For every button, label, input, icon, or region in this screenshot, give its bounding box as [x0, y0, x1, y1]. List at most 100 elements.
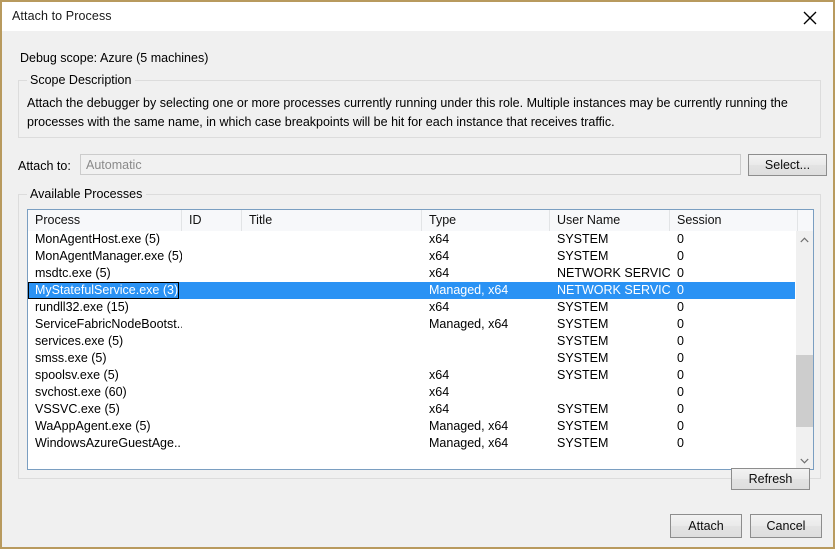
refresh-button[interactable]: Refresh	[731, 468, 810, 490]
cell-title	[242, 367, 422, 384]
table-row[interactable]: ServiceFabricNodeBootst... Managed, x64 SY…	[28, 316, 796, 333]
column-header-type[interactable]: Type	[422, 210, 550, 231]
cell-type: Managed, x64	[429, 317, 509, 331]
cell-type: x64	[429, 385, 450, 399]
cell-id	[182, 231, 242, 248]
cell-user: SYSTEM	[557, 419, 609, 433]
column-header-session[interactable]: Session	[670, 210, 798, 231]
cell-session: 0	[677, 368, 684, 382]
cell-user: SYSTEM	[557, 368, 609, 382]
cell-process: MonAgentHost.exe (5)	[35, 232, 161, 246]
process-list-header: Process ID Title Type User Name Session	[28, 210, 813, 232]
cell-type: Managed, x64	[429, 419, 509, 433]
cell-session: 0	[677, 300, 684, 314]
attach-to-input[interactable]	[80, 154, 741, 175]
table-row[interactable]: MonAgentManager.exe (5) x64 SYSTEM 0	[28, 248, 796, 265]
select-button[interactable]: Select...	[748, 154, 827, 176]
cell-type: x64	[429, 300, 450, 314]
cell-session: 0	[677, 283, 684, 297]
table-row[interactable]: WindowsAzureGuestAge... Managed, x64 SYSTE…	[28, 435, 796, 452]
table-row[interactable]: services.exe (5) SYSTEM 0	[28, 333, 796, 350]
table-row[interactable]: svchost.exe (60) x64 0	[28, 384, 796, 401]
cell-process: ServiceFabricNodeBootst...	[35, 317, 182, 331]
cell-type: x64	[429, 249, 450, 263]
scroll-down-button[interactable]	[796, 452, 813, 469]
cell-title	[242, 248, 422, 265]
cell-id	[182, 350, 242, 367]
title-bar: Attach to Process	[2, 2, 833, 32]
process-list: Process ID Title Type User Name Session MonAg…	[27, 209, 814, 470]
cell-title	[242, 265, 422, 282]
column-header-id[interactable]: ID	[182, 210, 242, 231]
scope-description-group: Scope Description Attach the debugger by…	[18, 73, 821, 138]
scrollbar-thumb[interactable]	[796, 355, 813, 427]
cell-session: 0	[677, 317, 684, 331]
close-button[interactable]	[788, 2, 833, 30]
cell-process: WindowsAzureGuestAge...	[35, 436, 182, 450]
process-list-scrollbar[interactable]	[795, 231, 813, 469]
table-row[interactable]: MyStatefulService.exe (3) Managed, x64 NET…	[28, 282, 796, 299]
cell-session: 0	[677, 249, 684, 263]
table-row[interactable]: rundll32.exe (15) x64 SYSTEM 0	[28, 299, 796, 316]
cell-user: SYSTEM	[557, 317, 609, 331]
window-title: Attach to Process	[12, 9, 112, 23]
cell-user: SYSTEM	[557, 300, 609, 314]
cell-type: x64	[429, 402, 450, 416]
column-header-process[interactable]: Process	[28, 210, 182, 231]
cell-id	[182, 265, 242, 282]
cell-session: 0	[677, 402, 684, 416]
column-header-user[interactable]: User Name	[550, 210, 670, 231]
table-row[interactable]: spoolsv.exe (5) x64 SYSTEM 0	[28, 367, 796, 384]
debug-scope-label: Debug scope:	[20, 51, 98, 65]
cell-title	[242, 299, 422, 316]
cell-session: 0	[677, 419, 684, 433]
cell-process: WaAppAgent.exe (5)	[35, 419, 151, 433]
scope-description-legend: Scope Description	[27, 73, 136, 87]
cell-process: MonAgentManager.exe (5)	[35, 249, 182, 263]
cell-type	[422, 333, 550, 350]
scroll-up-button[interactable]	[796, 231, 813, 248]
cell-title	[242, 418, 422, 435]
scope-description-line-2: processes with the same name, in which c…	[27, 115, 615, 129]
cell-user: SYSTEM	[557, 334, 609, 348]
table-row[interactable]: WaAppAgent.exe (5) Managed, x64 SYSTEM 0	[28, 418, 796, 435]
table-row[interactable]: VSSVC.exe (5) x64 SYSTEM 0	[28, 401, 796, 418]
table-row[interactable]: MonAgentHost.exe (5) x64 SYSTEM 0	[28, 231, 796, 248]
cell-user: SYSTEM	[557, 232, 609, 246]
cell-process: rundll32.exe (15)	[35, 300, 129, 314]
attach-button[interactable]: Attach	[670, 514, 742, 538]
cell-title	[242, 282, 422, 299]
scope-description-line-1: Attach the debugger by selecting one or …	[27, 96, 788, 110]
cell-session: 0	[677, 232, 684, 246]
table-row[interactable]: smss.exe (5) SYSTEM 0	[28, 350, 796, 367]
available-processes-group: Available Processes Process ID Title Type Us…	[18, 187, 821, 479]
cell-id	[182, 401, 242, 418]
cell-id	[182, 282, 242, 299]
cell-title	[242, 384, 422, 401]
cell-id	[182, 367, 242, 384]
cell-id	[182, 333, 242, 350]
cancel-button[interactable]: Cancel	[750, 514, 822, 538]
cell-process: MyStatefulService.exe (3)	[28, 282, 180, 299]
cell-id	[182, 248, 242, 265]
cell-type	[422, 350, 550, 367]
cell-title	[242, 333, 422, 350]
column-header-title[interactable]: Title	[242, 210, 422, 231]
cell-id	[182, 418, 242, 435]
cell-session: 0	[677, 385, 684, 399]
cell-title	[242, 231, 422, 248]
cell-session: 0	[677, 436, 684, 450]
cell-user: SYSTEM	[557, 249, 609, 263]
cell-id	[182, 435, 242, 452]
cell-user: SYSTEM	[557, 436, 609, 450]
cell-type: x64	[429, 266, 450, 280]
cell-user: SYSTEM	[557, 351, 609, 365]
table-row[interactable]: msdtc.exe (5) x64 NETWORK SERVICE 0	[28, 265, 796, 282]
cell-type: x64	[429, 368, 450, 382]
cell-process: services.exe (5)	[35, 334, 124, 348]
cell-session: 0	[677, 351, 684, 365]
cell-process: smss.exe (5)	[35, 351, 107, 365]
dialog-content: Debug scope: Azure (5 machines) Scope De…	[2, 31, 833, 547]
cell-process: spoolsv.exe (5)	[35, 368, 119, 382]
cell-id	[182, 384, 242, 401]
